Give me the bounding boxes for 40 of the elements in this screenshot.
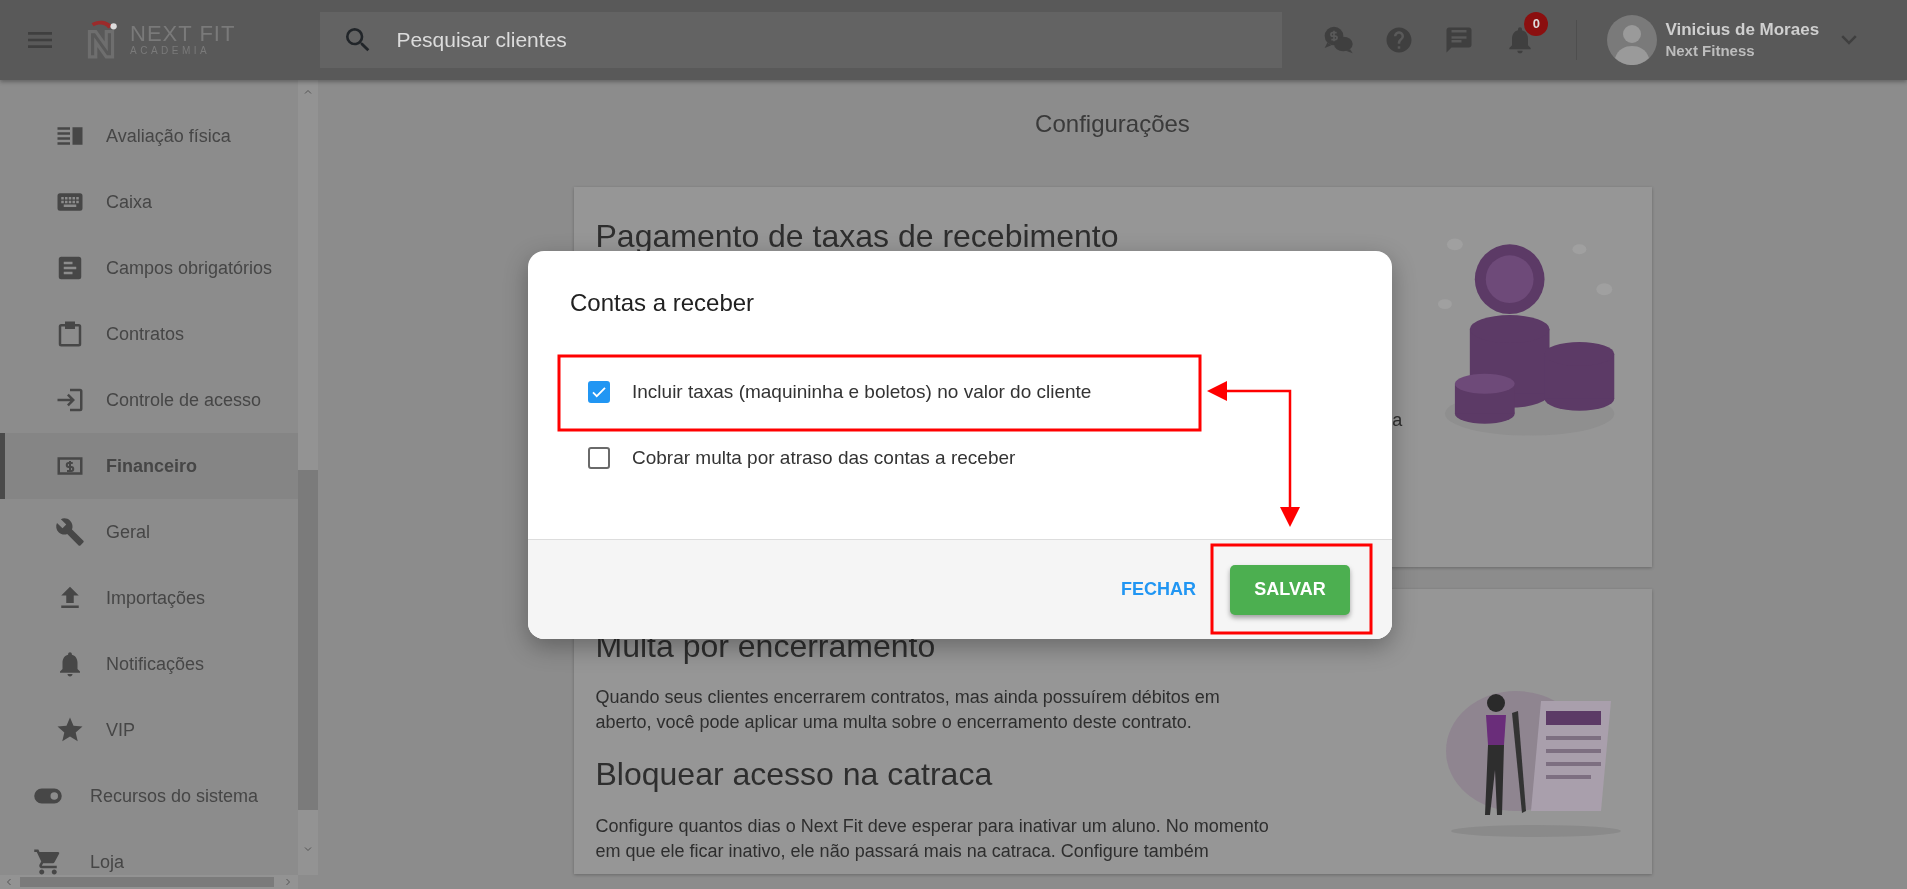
sidebar-item[interactable]: Recursos do sistema: [0, 763, 298, 829]
dialog-title: Contas a receber: [569, 288, 756, 318]
chevron-down-icon: [1841, 35, 1858, 45]
checkbox-option[interactable]: Incluir taxas (maquininha e boletos) no valor do cliente: [528, 359, 1392, 425]
section-description: Configure quantos dias o Next Fit deve esperar para inativar um aluno. No momento em que ele ficar inativo, ele não passará mais na catraca. Configure também: [595, 814, 1270, 863]
section-heading: Pagamento de taxas de recebimento: [595, 216, 1120, 256]
sidebar-item[interactable]: Financeiro: [0, 433, 298, 499]
sidebar-item[interactable]: Importações: [0, 565, 298, 631]
section-heading: Bloquear acesso na catraca: [595, 755, 994, 794]
vertical-scrollbar[interactable]: [298, 80, 318, 875]
search-field[interactable]: Pesquisar clientes: [320, 12, 1283, 68]
messages-button[interactable]: [1444, 25, 1475, 55]
section-description: Quando seus clientes encerrarem contratos, mas ainda possuírem débitos em aberto, você pode aplicar uma multa sobre o encerramento deste contrato.: [595, 686, 1221, 735]
sidebar-item[interactable]: Loja: [0, 829, 298, 889]
user-menu-button[interactable]: [1841, 35, 1858, 45]
checkbox-option[interactable]: Cobrar multa por atraso das contas a receber: [528, 425, 1392, 491]
message-icon: [1444, 25, 1475, 55]
sidebar-item[interactable]: Campos obrigatórios: [0, 235, 298, 301]
checkbox[interactable]: [588, 447, 610, 469]
section-description: a: [1392, 409, 1403, 433]
sidebar-item[interactable]: Controle de acesso: [0, 367, 298, 433]
avatar-icon: [1607, 15, 1658, 65]
sidebar-item[interactable]: Geral: [0, 499, 298, 565]
user-name: Vinicius de Moraes: [1665, 19, 1820, 41]
sidebar-item[interactable]: Caixa: [0, 169, 298, 235]
company-name: Next Fitness: [1665, 41, 1756, 61]
notifications-button[interactable]: 0: [1504, 12, 1549, 56]
horizontal-scrollbar[interactable]: [0, 875, 298, 889]
sidebar-item[interactable]: VIP: [0, 697, 298, 763]
page-title: Configurações: [1034, 110, 1191, 139]
sidebar-item[interactable]: Contratos: [0, 301, 298, 367]
notification-badge: 0: [1524, 12, 1549, 36]
sidebar-item[interactable]: Notificações: [0, 631, 298, 697]
chat-button[interactable]: [1322, 24, 1355, 56]
checkbox[interactable]: [588, 381, 610, 403]
save-button[interactable]: SALVAR: [1230, 564, 1350, 615]
chat-bubbles-icon: [1322, 24, 1355, 56]
close-button[interactable]: FECHAR: [1111, 568, 1206, 611]
wrench-icon: [55, 517, 85, 547]
sidebar-item[interactable]: Avaliação física: [0, 103, 298, 169]
